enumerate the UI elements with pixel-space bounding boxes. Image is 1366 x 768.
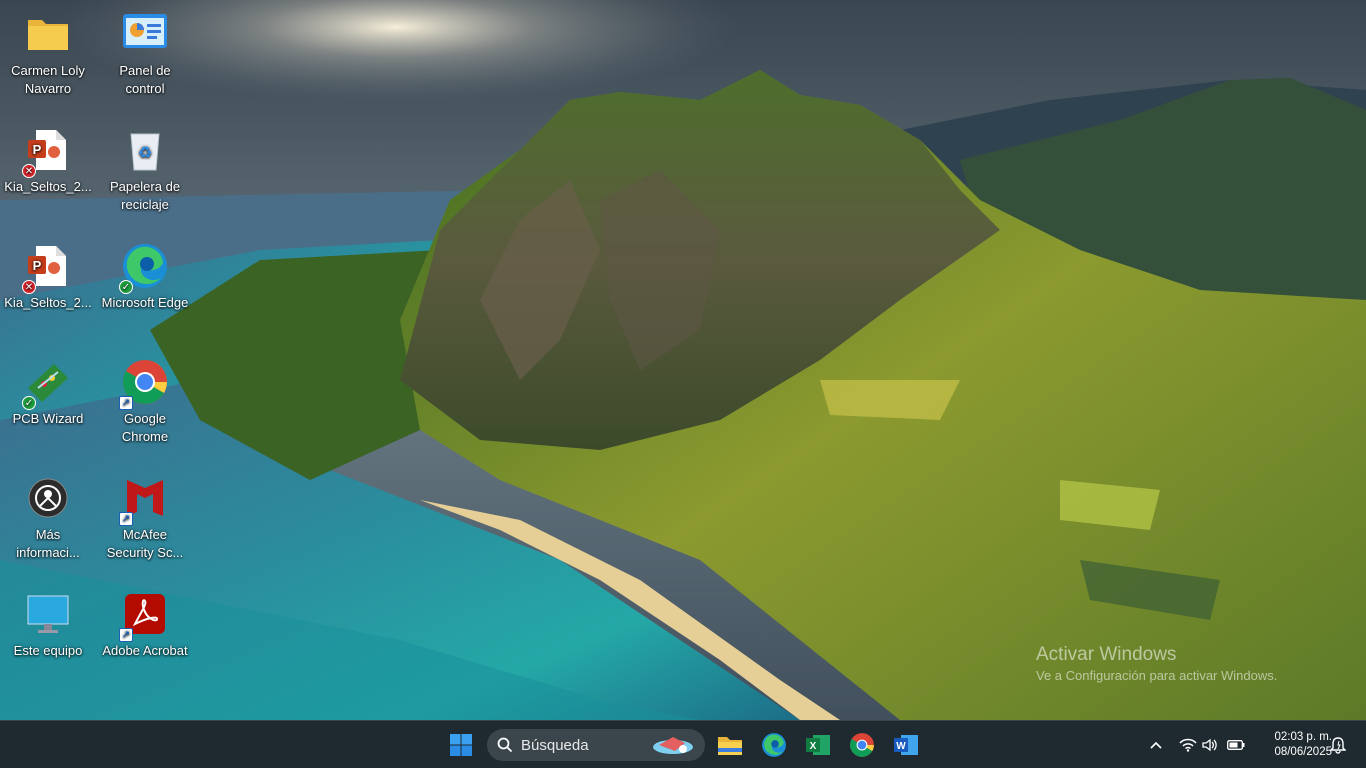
desktop-icon-label: Kia_Seltos_2... bbox=[4, 295, 92, 310]
edge-icon bbox=[762, 733, 786, 757]
clock-date: 08/06/2025 bbox=[1274, 746, 1332, 758]
desktop-icon-carmen-loly-navarro[interactable]: Carmen Loly Navarro bbox=[0, 2, 96, 114]
desktop-icon-adobe-acrobat[interactable]: ↗ Adobe Acrobat bbox=[97, 582, 193, 694]
desktop-icon-label: Papelera de reciclaje bbox=[109, 179, 181, 212]
clock-time: 02:03 p. m. bbox=[1274, 731, 1332, 743]
network-button[interactable] bbox=[1178, 735, 1198, 755]
desktop-icon-label: Google Chrome bbox=[121, 411, 169, 444]
desktop-icon-label: PCB Wizard bbox=[12, 411, 84, 426]
notifications-button[interactable] bbox=[1328, 735, 1348, 755]
desktop-icon-label: Panel de control bbox=[119, 63, 171, 96]
taskbar-edge[interactable] bbox=[756, 727, 792, 763]
powerpoint-file-icon: P ✕ bbox=[22, 242, 72, 294]
desktop-icon-label: Carmen Loly Navarro bbox=[11, 63, 85, 96]
desktop-icon-microsoft-edge[interactable]: ✓ Microsoft Edge bbox=[97, 234, 193, 346]
this-pc-icon bbox=[24, 590, 72, 638]
chrome-icon: ↗ bbox=[119, 358, 169, 410]
folder-icon bbox=[24, 10, 72, 58]
svg-text:W: W bbox=[896, 741, 906, 752]
desktop-icon-label: Kia_Seltos_2... bbox=[4, 179, 92, 194]
start-button[interactable] bbox=[443, 727, 479, 763]
search-placeholder: Búsqueda bbox=[521, 736, 589, 754]
svg-text:P: P bbox=[33, 258, 42, 273]
taskbar-chrome[interactable] bbox=[844, 727, 880, 763]
adobe-acrobat-icon: ↗ bbox=[119, 590, 169, 642]
clock[interactable]: 02:03 p. m. 08/06/2025 bbox=[1252, 730, 1332, 760]
taskbar-excel[interactable]: X bbox=[800, 727, 836, 763]
volume-button[interactable] bbox=[1200, 735, 1220, 755]
taskbar: Búsqueda X W 02:03 p. m. 08/06/2025 bbox=[0, 720, 1366, 768]
edge-icon: ✓ bbox=[119, 242, 169, 294]
battery-icon bbox=[1227, 740, 1245, 750]
battery-button[interactable] bbox=[1226, 735, 1246, 755]
sync-ok-badge-icon: ✓ bbox=[119, 280, 133, 294]
speaker-icon bbox=[1202, 738, 1217, 752]
desktop-icon-panel-de-control[interactable]: Panel de control bbox=[97, 2, 193, 114]
recycle-bin-icon: ♻ bbox=[121, 126, 169, 174]
shortcut-arrow-icon: ↗ bbox=[119, 512, 133, 526]
shortcut-arrow-icon: ↗ bbox=[119, 628, 133, 642]
svg-text:X: X bbox=[810, 741, 817, 752]
desktop-icon-mas-informacion[interactable]: Más informaci... bbox=[0, 466, 96, 578]
desktop-icon-label: Más informaci... bbox=[16, 527, 80, 560]
svg-text:♻: ♻ bbox=[138, 143, 152, 162]
desktop-icon-pcb-wizard[interactable]: ✓ PCB Wizard bbox=[0, 350, 96, 462]
desktop-icon-kia-seltos-2[interactable]: P ✕ Kia_Seltos_2... bbox=[0, 234, 96, 346]
chevron-up-icon bbox=[1150, 741, 1162, 749]
desktop-icon-papelera-de-reciclaje[interactable]: ♻ Papelera de reciclaje bbox=[97, 118, 193, 230]
mcafee-icon: ↗ bbox=[119, 474, 169, 526]
desktop-icon-mcafee-security-scan[interactable]: ↗ McAfee Security Sc... bbox=[97, 466, 193, 578]
taskbar-file-explorer[interactable] bbox=[712, 727, 748, 763]
search-icon bbox=[497, 737, 513, 753]
desktop-icon-google-chrome[interactable]: ↗ Google Chrome bbox=[97, 350, 193, 462]
shortcut-arrow-icon: ↗ bbox=[119, 396, 133, 410]
sync-ok-badge-icon: ✓ bbox=[22, 396, 36, 410]
show-hidden-icons-button[interactable] bbox=[1146, 735, 1166, 755]
error-badge-icon: ✕ bbox=[22, 280, 36, 294]
watermark-subtitle: Ve a Configuración para activar Windows. bbox=[1036, 668, 1278, 683]
powerpoint-file-icon: P ✕ bbox=[22, 126, 72, 178]
search-box[interactable]: Búsqueda bbox=[487, 729, 705, 761]
chrome-icon bbox=[850, 733, 874, 757]
desktop-icon-este-equipo[interactable]: Este equipo bbox=[0, 582, 96, 694]
windows-logo-icon bbox=[450, 734, 472, 756]
desktop-icon-label: Microsoft Edge bbox=[101, 295, 189, 310]
wifi-icon bbox=[1179, 738, 1197, 752]
desktop-icon-label: McAfee Security Sc... bbox=[106, 527, 184, 560]
desktop-icon-kia-seltos-1[interactable]: P ✕ Kia_Seltos_2... bbox=[0, 118, 96, 230]
desktop-wallpaper bbox=[0, 0, 1366, 720]
svg-text:P: P bbox=[33, 142, 42, 157]
search-highlight-icon bbox=[653, 737, 693, 754]
file-explorer-icon bbox=[718, 737, 742, 755]
pcb-wizard-icon: ✓ bbox=[22, 358, 72, 410]
more-info-icon bbox=[24, 474, 72, 522]
control-panel-icon bbox=[121, 10, 169, 58]
excel-icon: X bbox=[806, 735, 830, 755]
word-icon: W bbox=[894, 735, 918, 755]
notification-bell-icon bbox=[1330, 737, 1346, 754]
taskbar-word[interactable]: W bbox=[888, 727, 924, 763]
desktop-icon-label: Adobe Acrobat bbox=[102, 643, 188, 658]
desktop-icon-label: Este equipo bbox=[13, 643, 83, 658]
error-badge-icon: ✕ bbox=[22, 164, 36, 178]
activation-watermark: Activar Windows Ve a Configuración para … bbox=[1036, 643, 1277, 685]
watermark-title: Activar Windows bbox=[1036, 644, 1177, 665]
